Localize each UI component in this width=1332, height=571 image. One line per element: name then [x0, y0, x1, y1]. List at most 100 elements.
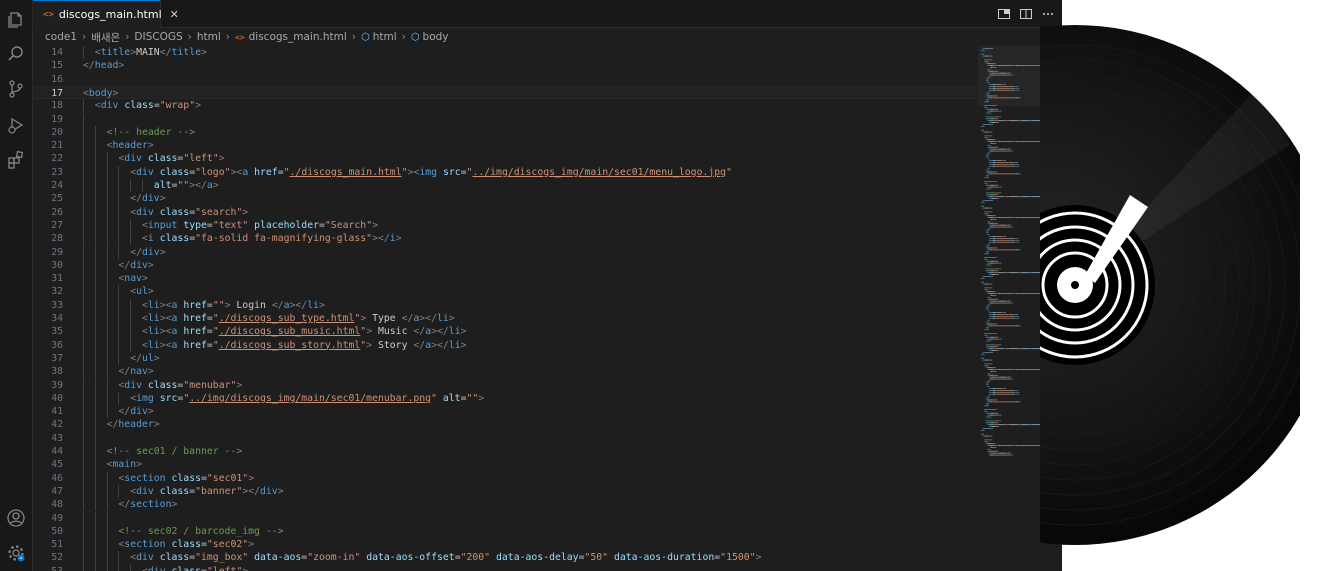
minimap-line	[997, 160, 1002, 161]
code-line[interactable]: 48 </section>	[33, 498, 978, 512]
layout-icon[interactable]	[1018, 6, 1034, 22]
breadcrumb-item[interactable]: 배새은	[91, 30, 120, 45]
code-line[interactable]: 14 <title>MAIN</title>	[33, 46, 978, 60]
minimap-line	[992, 48, 994, 49]
minimap-line	[987, 173, 990, 175]
minimap-line	[989, 87, 990, 89]
code-line[interactable]: 37 </ul>	[33, 351, 978, 366]
minimap-line	[985, 63, 987, 65]
minimap-line	[992, 452, 993, 454]
code-line[interactable]: 36 <li><a href="./discogs_sub_story.html"…	[33, 338, 978, 352]
code-line[interactable]: 18 <div class="wrap">	[33, 99, 978, 113]
indent-guide	[83, 431, 84, 445]
breadcrumb-item[interactable]: DISCOGS	[134, 31, 182, 43]
minimap-line	[1005, 300, 1007, 302]
explorer-icon[interactable]	[4, 8, 28, 32]
minimap-line	[1010, 393, 1015, 395]
minimap-line	[999, 262, 1002, 264]
breadcrumb-item[interactable]: html	[197, 31, 221, 43]
code-token: >	[159, 246, 166, 258]
minimap-line	[989, 84, 991, 85]
code-line[interactable]: 53<div class="left">	[33, 564, 978, 571]
minimap-line	[1012, 302, 1014, 304]
close-icon[interactable]: ✕	[170, 8, 179, 21]
code-line[interactable]: 50 <!-- sec02 / barcode_img -->	[33, 524, 978, 539]
minimap-line	[987, 141, 990, 142]
code-line[interactable]: 38 </nav>	[33, 365, 978, 379]
minimap-line	[987, 141, 988, 142]
minimap-line	[996, 314, 1009, 315]
code-token: div	[124, 153, 142, 165]
code-line[interactable]: 40 <img src="../img/discogs_img/main/sec0…	[33, 391, 978, 406]
breadcrumb-item[interactable]: html	[373, 31, 397, 43]
code-line[interactable]: 22 <div class="left">	[33, 152, 978, 166]
code-line[interactable]: 39 <div class="menubar">	[33, 378, 978, 392]
minimap-line	[988, 296, 991, 298]
search-icon[interactable]	[4, 42, 28, 66]
run-debug-icon[interactable]	[4, 113, 28, 137]
code-line[interactable]: 24 alt=""></a>	[33, 179, 978, 193]
minimap-line	[987, 272, 990, 274]
settings-icon[interactable]	[4, 541, 28, 565]
code-line[interactable]: 25 </div>	[33, 192, 978, 206]
code-line[interactable]: 19	[33, 112, 978, 126]
code-line[interactable]: 17 <body>	[33, 85, 978, 100]
more-icon[interactable]	[1040, 6, 1056, 22]
breadcrumb-item[interactable]: body	[423, 31, 449, 43]
minimap-line	[989, 374, 991, 376]
code-token: ><	[159, 326, 172, 338]
minimap-line	[988, 448, 991, 450]
code-line[interactable]: 51 <section class="sec02">	[33, 538, 978, 552]
code-line[interactable]: 16	[33, 73, 978, 86]
minimap-line	[1010, 241, 1015, 243]
code-token: >	[248, 539, 255, 551]
code-line[interactable]: 47 <div class="banner"></div>	[33, 484, 978, 499]
minimap-line	[990, 391, 992, 393]
code-line[interactable]: 34 <li><a href="./discogs_sub_type.html">…	[33, 312, 978, 326]
code-line[interactable]: 35 <li><a href="./discogs_sub_music.html"…	[33, 325, 978, 339]
minimap-line	[998, 376, 1000, 378]
code-line[interactable]: 29 </div>	[33, 245, 978, 259]
minimap-line	[992, 314, 996, 315]
minimap-line	[985, 268, 1002, 270]
source-control-icon[interactable]	[4, 77, 28, 101]
code-line[interactable]: 33 <li><a href=""> Login </a></li>	[33, 298, 978, 312]
split-icon[interactable]	[996, 6, 1012, 22]
code-line[interactable]: 42 </header>	[33, 418, 978, 432]
code-token: <!-- sec02 / barcode_img -->	[118, 525, 284, 537]
code-line[interactable]: 43	[33, 431, 978, 445]
extensions-icon[interactable]	[4, 148, 28, 172]
code-line[interactable]: 28 <i class="fa-solid fa-magnifying-glass…	[33, 232, 978, 246]
minimap-line	[992, 317, 996, 319]
breadcrumb-item[interactable]: discogs_main.html	[249, 31, 347, 43]
tab-discogs-main[interactable]: <> discogs_main.html ✕	[33, 0, 179, 28]
code-area[interactable]: 14 <title>MAIN</title> 15 </head> 16 17 <body>…	[33, 46, 978, 571]
minimap-line	[1005, 148, 1007, 150]
minimap-line	[992, 314, 993, 315]
minimap-line	[996, 165, 1010, 167]
code-line[interactable]: 21 <header>	[33, 139, 978, 153]
code-line[interactable]: 32 <ul>	[33, 285, 978, 299]
code-line[interactable]: 52 <div class="img_box" data-aos="zoom-in…	[33, 551, 978, 565]
minimap-line	[986, 200, 989, 201]
minimap-line	[1009, 314, 1014, 315]
code-line[interactable]: 15 </head>	[33, 59, 978, 72]
code-line[interactable]: 31 <nav>	[33, 272, 978, 286]
code-line[interactable]: 45 <main>	[33, 458, 978, 472]
code-line[interactable]: 23 <div class="logo"><a href="./discogs_m…	[33, 165, 978, 179]
minimap-line	[985, 175, 987, 177]
code-line[interactable]: 49	[33, 511, 978, 525]
indent-guide	[94, 484, 96, 499]
breadcrumb-item[interactable]: code1	[45, 31, 77, 43]
code-line[interactable]: 44 <!-- sec01 / banner -->	[33, 445, 978, 459]
code-line[interactable]: 26 <div class="search">	[33, 205, 978, 219]
code-line[interactable]: 30 </div>	[33, 258, 978, 273]
code-line[interactable]: 27 <input type="text" placeholder="Search…	[33, 218, 978, 233]
code-line[interactable]: 46 <section class="sec01">	[33, 471, 978, 485]
minimap-line	[1001, 141, 1002, 142]
account-icon[interactable]	[4, 506, 28, 530]
code-line[interactable]: 20 <!-- header -->	[33, 125, 978, 140]
code-line[interactable]: 41 </div>	[33, 405, 978, 419]
code-token: div	[136, 206, 154, 218]
minimap-line	[1017, 86, 1019, 87]
